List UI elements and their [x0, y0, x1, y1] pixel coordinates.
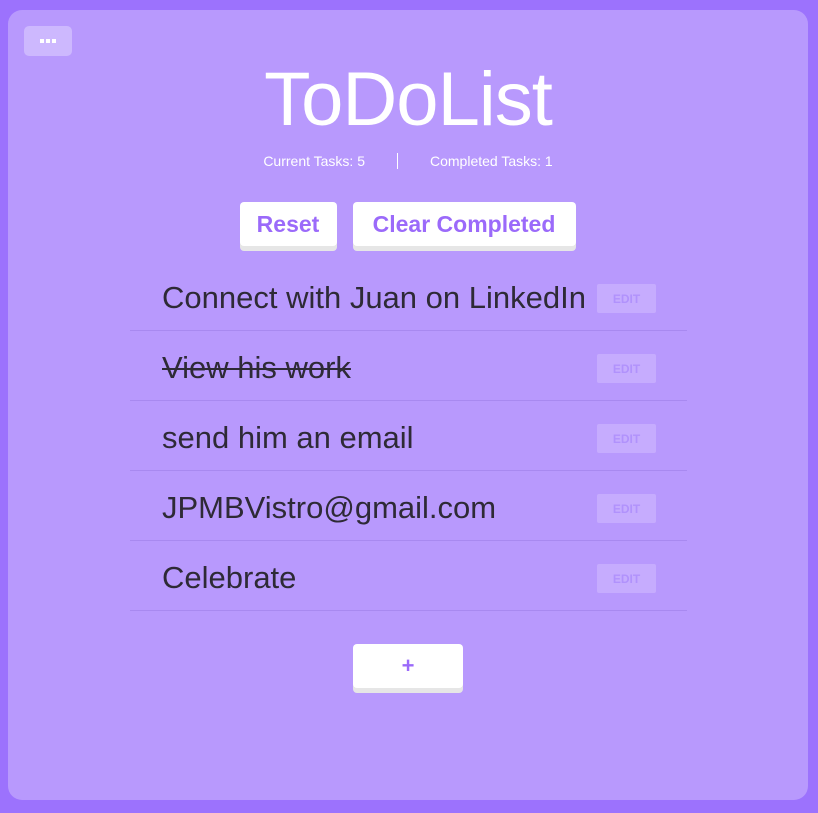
- edit-task-button[interactable]: EDIT: [597, 494, 656, 523]
- todo-card: ToDoList Current Tasks: 5 Completed Task…: [8, 10, 808, 800]
- reset-button[interactable]: Reset: [239, 202, 337, 246]
- clear-completed-button[interactable]: Clear Completed: [352, 202, 576, 246]
- current-tasks-count: Current Tasks: 5: [263, 153, 365, 169]
- task-item: Connect with Juan on LinkedIn EDIT: [130, 261, 687, 331]
- edit-task-button[interactable]: EDIT: [597, 354, 656, 383]
- task-text[interactable]: JPMBVistro@gmail.com: [162, 489, 496, 527]
- app-title: ToDoList: [264, 57, 553, 142]
- task-list: Connect with Juan on LinkedIn EDIT View …: [130, 261, 687, 611]
- add-task-button[interactable]: +: [353, 644, 463, 688]
- task-item: Celebrate EDIT: [130, 541, 687, 611]
- task-text[interactable]: send him an email: [162, 419, 414, 457]
- completed-tasks-count: Completed Tasks: 1: [429, 153, 553, 169]
- more-dots-icon: [40, 39, 56, 43]
- task-item: View his work EDIT: [130, 331, 687, 401]
- action-bar: Reset Clear Completed: [8, 202, 808, 246]
- task-stats: Current Tasks: 5 Completed Tasks: 1: [8, 153, 808, 169]
- task-text[interactable]: Connect with Juan on LinkedIn: [162, 279, 586, 317]
- edit-task-button[interactable]: EDIT: [597, 284, 656, 313]
- task-text-completed[interactable]: View his work: [162, 349, 351, 387]
- task-text[interactable]: Celebrate: [162, 559, 296, 597]
- edit-task-button[interactable]: EDIT: [597, 424, 656, 453]
- task-item: send him an email EDIT: [130, 401, 687, 471]
- stats-divider: [396, 153, 398, 169]
- task-item: JPMBVistro@gmail.com EDIT: [130, 471, 687, 541]
- menu-button[interactable]: [24, 26, 72, 56]
- edit-task-button[interactable]: EDIT: [597, 564, 656, 593]
- plus-icon: +: [401, 653, 415, 678]
